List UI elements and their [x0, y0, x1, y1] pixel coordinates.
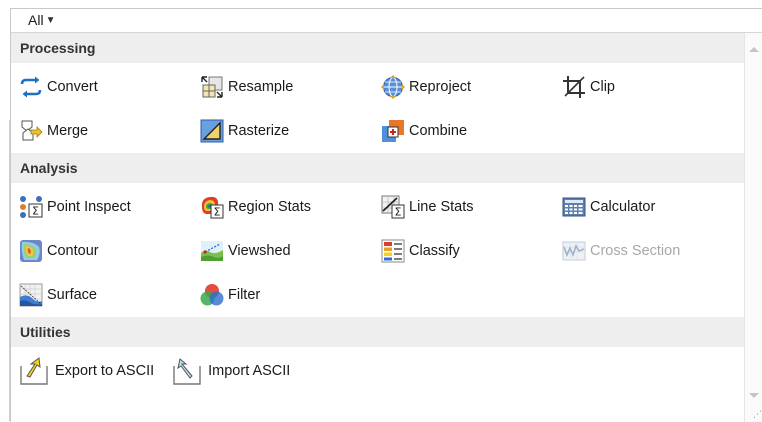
- tool-label: Merge: [47, 123, 89, 139]
- import-ascii-tool-button[interactable]: Import ASCII: [164, 353, 290, 389]
- tool-row: Convert Resample Reproject Clip: [11, 65, 745, 109]
- convert-icon: [20, 76, 42, 98]
- svg-text:Σ: Σ: [214, 206, 221, 219]
- viewshed-tool-button[interactable]: Viewshed: [192, 233, 373, 269]
- section-body-processing: Convert Resample Reproject Clip Merge Ra…: [11, 63, 745, 153]
- point-inspect-tool-button[interactable]: Σ Point Inspect: [11, 189, 192, 225]
- chevron-down-icon: ▼: [45, 15, 56, 26]
- tool-label: Cross Section: [590, 243, 681, 259]
- tool-label: Region Stats: [228, 199, 312, 215]
- merge-tool-button[interactable]: Merge: [11, 113, 192, 149]
- combine-tool-button[interactable]: Combine: [373, 113, 554, 149]
- tool-label: Resample: [228, 79, 294, 95]
- tool-label: Filter: [228, 287, 261, 303]
- classify-tool-button[interactable]: Classify: [373, 233, 554, 269]
- resize-grip-icon[interactable]: ⋰: [753, 410, 762, 419]
- tool-label: Rasterize: [228, 123, 290, 139]
- section-header-processing: Processing: [11, 33, 745, 63]
- clip-tool-button[interactable]: Clip: [554, 69, 735, 105]
- reproject-icon: [381, 75, 405, 99]
- reproject-tool-button[interactable]: Reproject: [373, 69, 554, 105]
- section-body-utilities: Export to ASCII Import ASCII: [11, 347, 745, 393]
- tool-gallery-content: Processing Convert Resample Reproject Cl…: [11, 33, 745, 393]
- calculator-tool-button[interactable]: Calculator: [554, 189, 735, 225]
- region-stats-tool-button[interactable]: Σ Region Stats: [192, 189, 373, 225]
- category-filter-dropdown[interactable]: All ▼: [11, 9, 762, 33]
- tool-label: Convert: [47, 79, 98, 95]
- tool-label: Contour: [47, 243, 99, 259]
- line-stats-icon: Σ: [381, 195, 405, 219]
- merge-icon: [21, 120, 43, 141]
- svg-text:Σ: Σ: [395, 206, 402, 219]
- tool-label: Surface: [47, 287, 97, 303]
- tool-label: Combine: [409, 123, 468, 139]
- export-ascii-icon: [20, 357, 48, 385]
- contour-tool-button[interactable]: Contour: [11, 233, 192, 269]
- rasterize-icon: [200, 119, 224, 143]
- region-stats-icon: Σ: [201, 196, 224, 219]
- tool-label: Classify: [409, 243, 460, 259]
- tool-label: Viewshed: [228, 243, 291, 259]
- resample-icon: [201, 76, 223, 98]
- point-inspect-icon: Σ: [20, 196, 43, 218]
- tool-gallery-panel: All ▼ Processing Convert Resample Reproj…: [10, 8, 762, 422]
- svg-text:Σ: Σ: [32, 205, 39, 218]
- scroll-up-arrow-icon[interactable]: [749, 47, 759, 52]
- surface-icon: [19, 283, 43, 307]
- filter-tool-button[interactable]: Filter: [192, 277, 373, 313]
- tool-row: Σ Point Inspect Σ Region Stats Σ Line St…: [11, 185, 745, 229]
- filter-icon: [200, 284, 224, 306]
- tool-label: Import ASCII: [208, 363, 291, 379]
- section-header-analysis: Analysis: [11, 153, 745, 183]
- rasterize-tool-button[interactable]: Rasterize: [192, 113, 373, 149]
- convert-tool-button[interactable]: Convert: [11, 69, 192, 105]
- category-filter-label: All: [28, 12, 44, 28]
- export-ascii-tool-button[interactable]: Export to ASCII: [11, 353, 154, 389]
- viewshed-icon: [201, 241, 223, 261]
- tool-label: Reproject: [409, 79, 472, 95]
- tool-row: Export to ASCII Import ASCII: [11, 349, 745, 393]
- clip-icon: [563, 76, 585, 98]
- section-body-analysis: Σ Point Inspect Σ Region Stats Σ Line St…: [11, 183, 745, 317]
- resample-tool-button[interactable]: Resample: [192, 69, 373, 105]
- tool-label: Point Inspect: [47, 199, 131, 215]
- line-stats-tool-button[interactable]: Σ Line Stats: [373, 189, 554, 225]
- classify-icon: [381, 239, 405, 263]
- calculator-icon: [562, 197, 586, 217]
- cross-section-icon: [562, 241, 586, 261]
- tool-row: Surface Filter: [11, 273, 745, 317]
- scroll-down-arrow-icon[interactable]: [749, 393, 759, 398]
- cross-section-tool-button[interactable]: Cross Section: [554, 233, 735, 269]
- surface-tool-button[interactable]: Surface: [11, 277, 192, 313]
- import-ascii-icon: [173, 358, 201, 385]
- tool-label: Calculator: [590, 199, 656, 215]
- tool-label: Export to ASCII: [55, 363, 155, 379]
- contour-icon: [20, 240, 42, 262]
- left-panel-edge: [0, 120, 10, 421]
- tool-row: Merge Rasterize Combine: [11, 109, 745, 153]
- tool-label: Line Stats: [409, 199, 474, 215]
- tool-row: Contour Viewshed Classify Cross Section: [11, 229, 745, 273]
- section-header-utilities: Utilities: [11, 317, 745, 347]
- tool-label: Clip: [590, 79, 615, 95]
- vertical-scrollbar[interactable]: [744, 33, 762, 422]
- combine-icon: [382, 120, 404, 142]
